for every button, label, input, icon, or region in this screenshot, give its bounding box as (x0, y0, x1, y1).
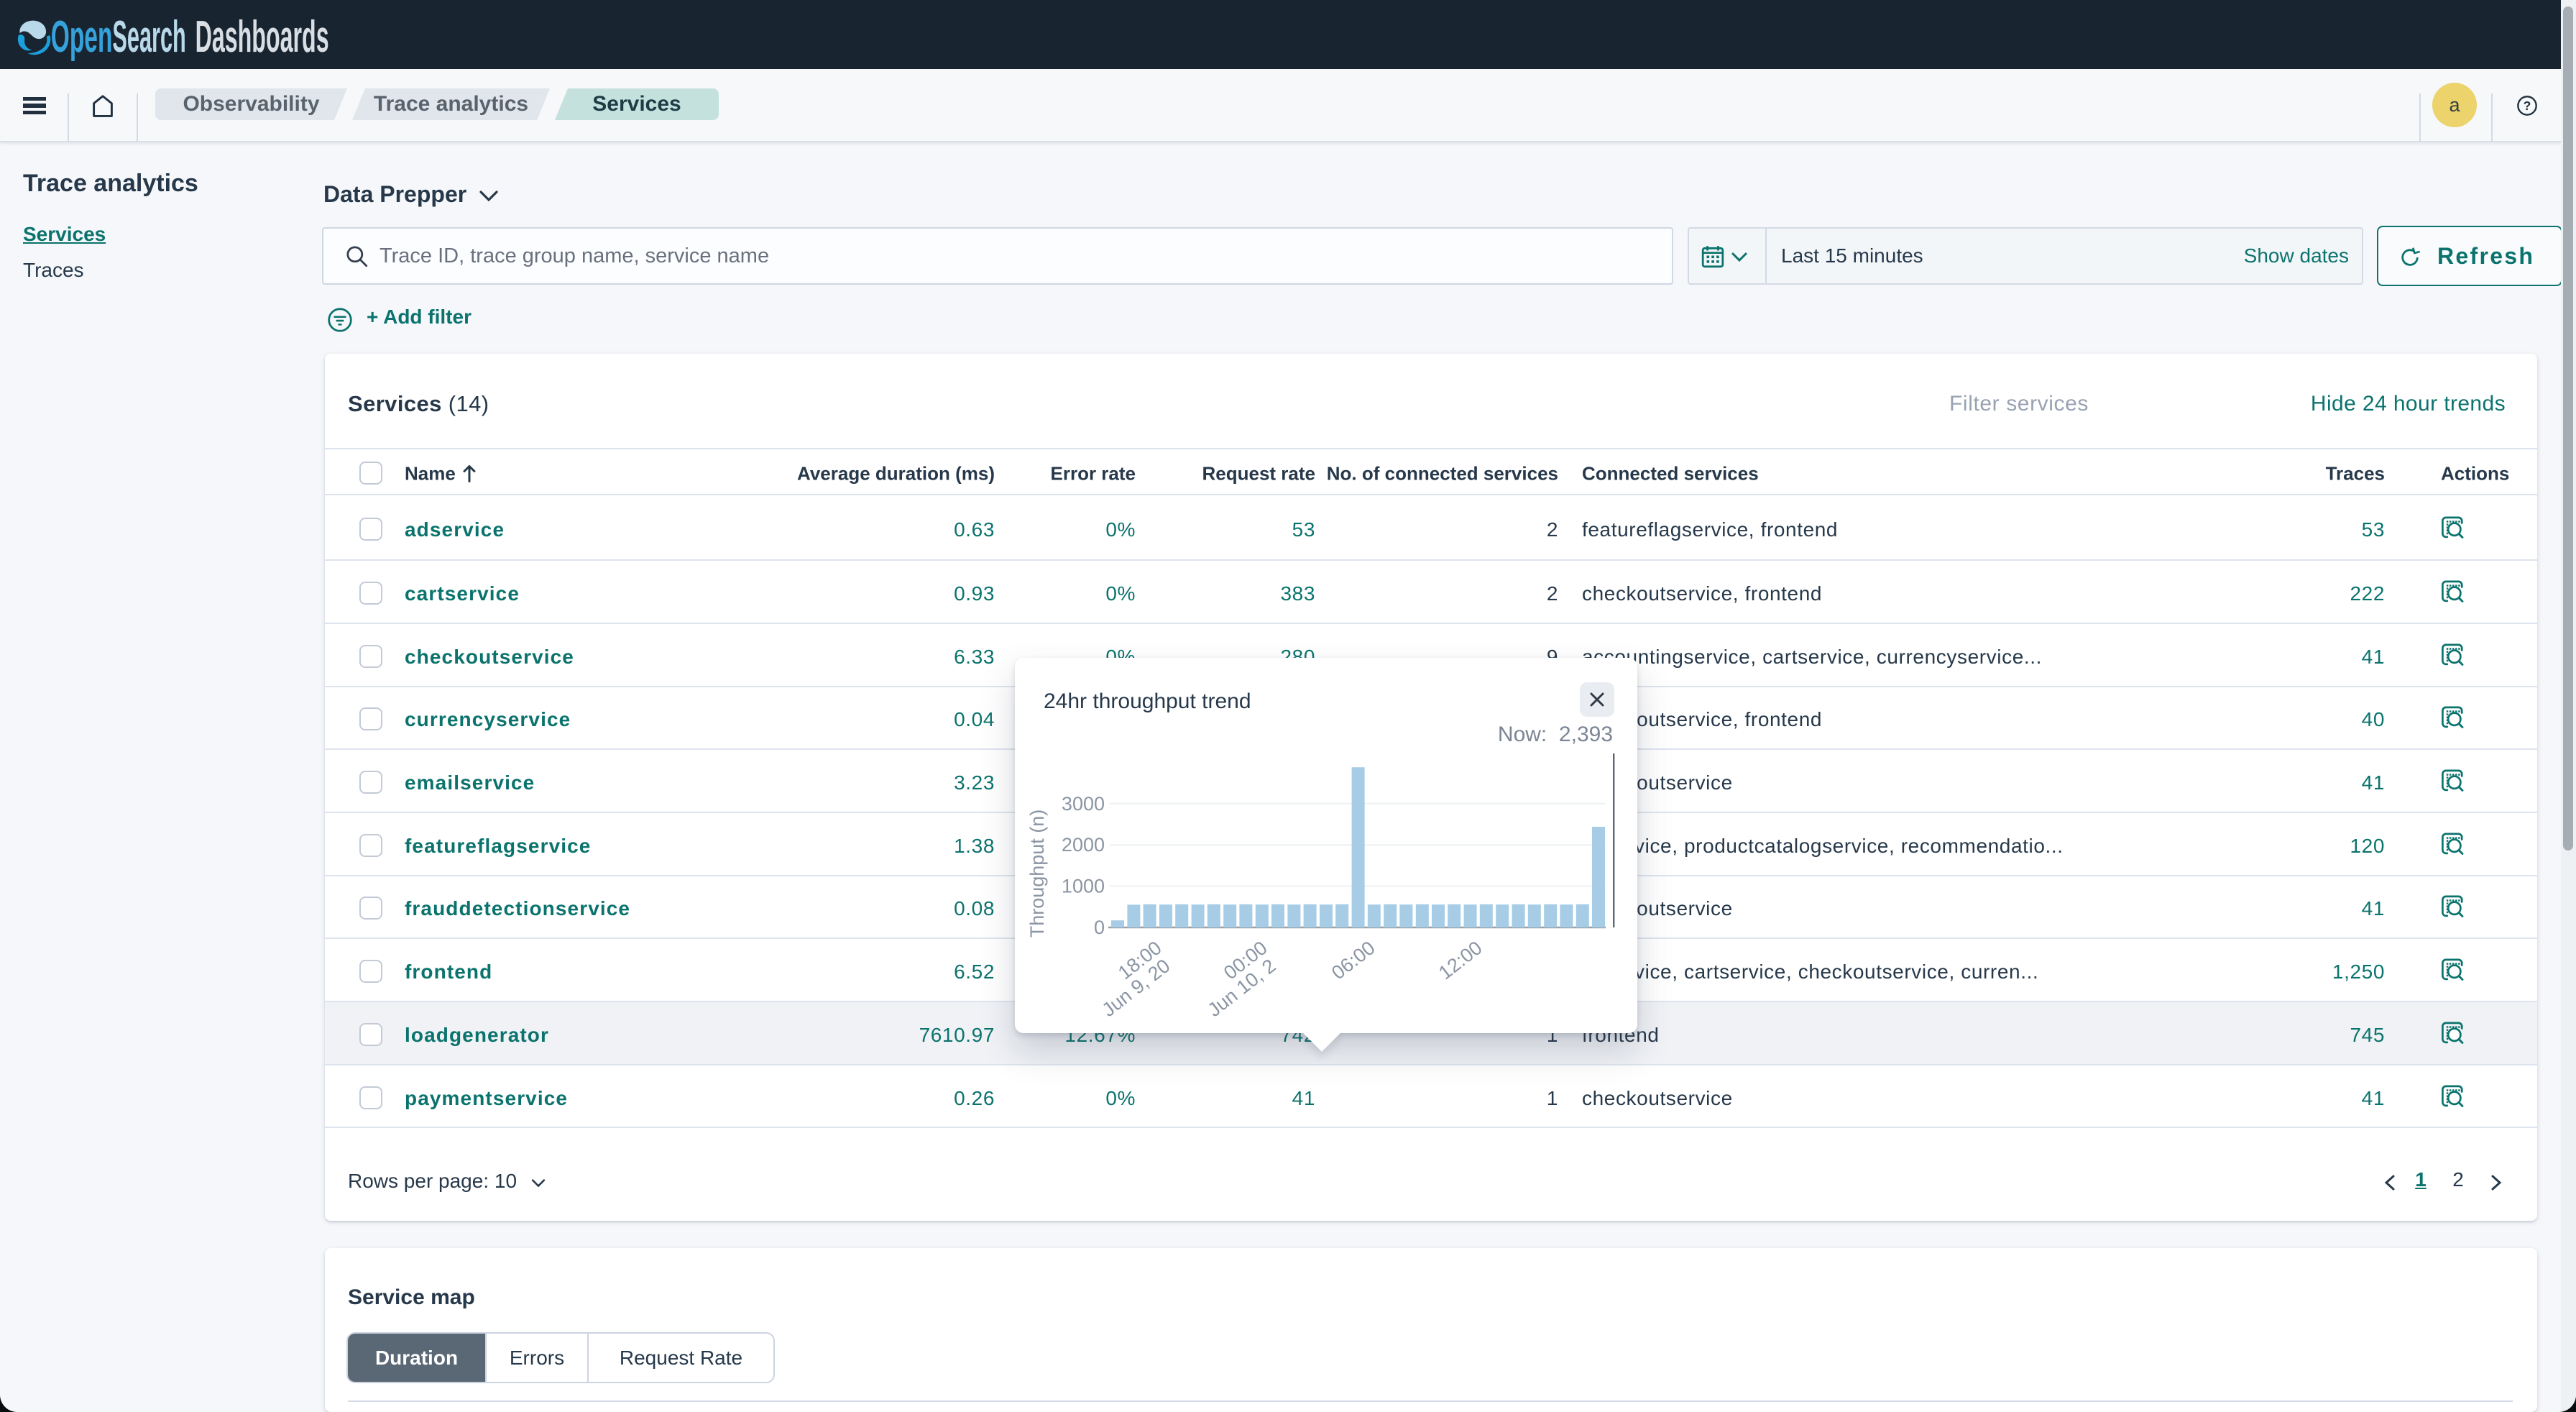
svg-text:Dashboards: Dashboards (196, 12, 329, 62)
svg-text:0: 0 (1094, 917, 1105, 938)
svg-text:1000: 1000 (1062, 876, 1105, 897)
svg-text:Throughput (n): Throughput (n) (1026, 810, 1048, 938)
svg-text:3000: 3000 (1062, 793, 1105, 815)
svg-text:Open: Open (51, 12, 113, 62)
svg-text:2000: 2000 (1062, 834, 1105, 856)
svg-text:06:00: 06:00 (1328, 937, 1379, 984)
svg-text:Search: Search (112, 12, 185, 62)
svg-text:?: ? (2524, 98, 2531, 113)
svg-text:12:00: 12:00 (1435, 937, 1486, 984)
